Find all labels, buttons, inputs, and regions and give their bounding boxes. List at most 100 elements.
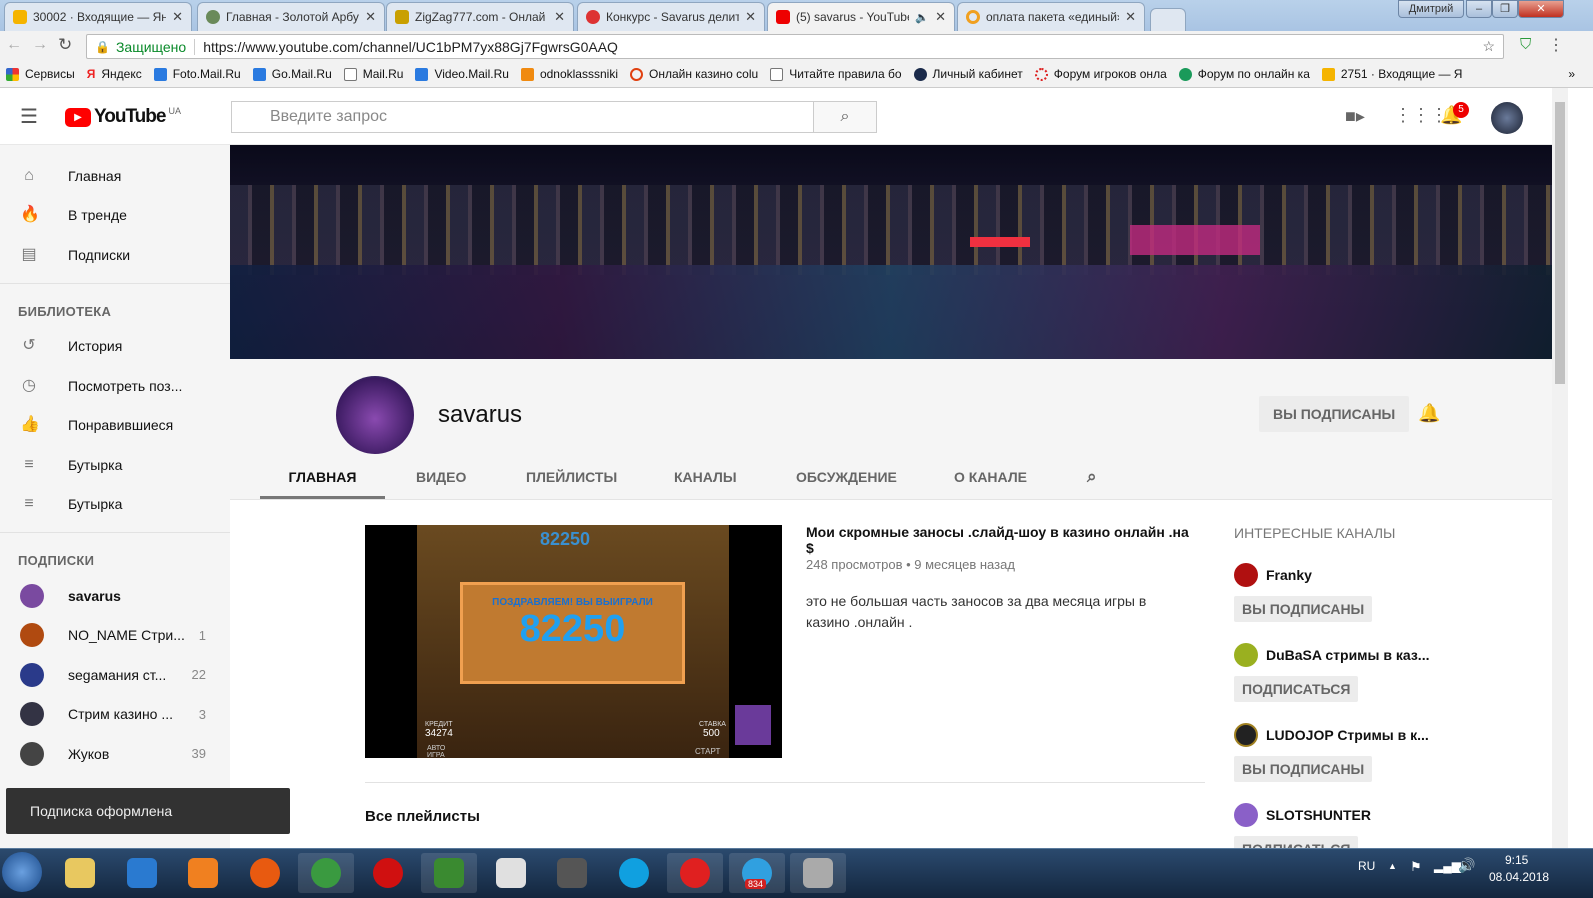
tab-channels[interactable]: КАНАЛЫ: [674, 459, 737, 499]
sidebar-item-home[interactable]: ⌂ Главная: [0, 156, 230, 196]
channel-search-icon[interactable]: ⌕: [1087, 459, 1097, 499]
subscription-item[interactable]: Стрим казино ... 3: [0, 695, 230, 735]
search-input[interactable]: Введите запрос: [231, 101, 814, 133]
more-bookmarks-button[interactable]: »: [1568, 67, 1575, 81]
network-icon[interactable]: ▂▄▆: [1434, 859, 1461, 873]
youtube-logo[interactable]: ▶ YouTube UA: [65, 106, 181, 128]
profile-button[interactable]: Дмитрий: [1398, 0, 1464, 18]
url-text[interactable]: https://www.youtube.com/channel/UC1bPM7y…: [203, 39, 618, 55]
page-scrollbar[interactable]: [1552, 88, 1568, 848]
bookmark-item[interactable]: odnoklasssniki: [520, 67, 618, 81]
sidebar-item-playlist[interactable]: ≡ Бутырка: [0, 485, 230, 525]
scrollbar-thumb[interactable]: [1555, 102, 1565, 384]
sidebar-item-playlist[interactable]: ≡ Бутырка: [0, 445, 230, 485]
maximize-button[interactable]: ❐: [1492, 0, 1518, 18]
taskbar-app-opera[interactable]: [360, 853, 416, 893]
account-avatar[interactable]: [1491, 102, 1523, 134]
bookmark-star-icon[interactable]: ☆: [1482, 38, 1495, 55]
taskbar-app-tools[interactable]: [790, 853, 846, 893]
bookmark-item[interactable]: Сервисы: [6, 67, 75, 81]
subscription-item[interactable]: segaмания ст... 22: [0, 655, 230, 695]
playlists-heading[interactable]: Все плейлисты: [365, 808, 480, 825]
browser-tab[interactable]: оплата пакета «единый» ✕: [957, 2, 1145, 31]
tab-home[interactable]: ГЛАВНАЯ: [260, 459, 385, 499]
video-title[interactable]: Мои скромные заносы .слайд-шоу в казино …: [806, 524, 1196, 556]
bookmark-item[interactable]: Foto.Mail.Ru: [153, 67, 241, 81]
subscription-item[interactable]: Жуков 39: [0, 734, 230, 774]
clock-time[interactable]: 9:15: [1505, 853, 1528, 867]
bookmark-item[interactable]: Video.Mail.Ru: [415, 67, 509, 81]
language-indicator[interactable]: RU: [1358, 859, 1375, 873]
url-bar[interactable]: 🔒 Защищено https://www.youtube.com/chann…: [86, 34, 1504, 59]
volume-icon[interactable]: 🔊: [1458, 857, 1475, 874]
sidebar-item-trending[interactable]: 🔥 В тренде: [0, 196, 230, 236]
reload-icon[interactable]: ↻: [58, 35, 72, 55]
tab-discussion[interactable]: ОБСУЖДЕНИЕ: [796, 459, 897, 499]
upload-video-icon[interactable]: ■▸: [1345, 106, 1365, 127]
browser-tab-active[interactable]: (5) savarus - YouTube 🔈 ✕: [767, 2, 955, 31]
hamburger-menu-icon[interactable]: ☰: [20, 104, 38, 129]
taskbar-app-world-of-tanks[interactable]: [544, 853, 600, 893]
action-center-flag-icon[interactable]: ⚑: [1410, 859, 1422, 875]
bookmark-item[interactable]: Читайте правила бо: [770, 67, 902, 81]
taskbar-app-yandex[interactable]: [483, 853, 539, 893]
menu-icon[interactable]: ⋮: [1548, 35, 1564, 55]
bookmark-item[interactable]: Личный кабинет: [913, 67, 1023, 81]
notification-bell-icon[interactable]: 🔔: [1418, 403, 1440, 424]
taskbar-app-firefox[interactable]: [237, 853, 293, 893]
shield-extension-icon[interactable]: ⛉: [1520, 36, 1531, 53]
close-window-button[interactable]: ✕: [1518, 0, 1564, 18]
subscribed-button[interactable]: ВЫ ПОДПИСАНЫ: [1234, 756, 1373, 782]
subscribe-button[interactable]: ПОДПИСАТЬСЯ: [1234, 836, 1359, 848]
sidebar-item-watch-later[interactable]: ◷ Посмотреть поз...: [0, 366, 230, 406]
bookmark-item[interactable]: 2751 · Входящие — Я: [1321, 67, 1462, 81]
bookmark-item[interactable]: Я Яндекс: [87, 67, 142, 81]
channel-avatar[interactable]: [1234, 723, 1258, 747]
tab-about[interactable]: О КАНАЛЕ: [954, 459, 1027, 499]
bookmark-item[interactable]: Go.Mail.Ru: [252, 67, 332, 81]
close-tab-icon[interactable]: ✕: [172, 9, 183, 25]
sidebar-item-subscriptions[interactable]: ▤ Подписки: [0, 235, 230, 275]
subscribe-button[interactable]: ПОДПИСАТЬСЯ: [1234, 676, 1359, 702]
bookmark-item[interactable]: Онлайн казино colu: [629, 67, 758, 81]
bookmark-item[interactable]: Mail.Ru: [343, 67, 403, 81]
speaker-icon[interactable]: 🔈: [915, 11, 929, 24]
close-tab-icon[interactable]: ✕: [745, 9, 756, 25]
taskbar-app-explorer[interactable]: [52, 853, 108, 893]
close-tab-icon[interactable]: ✕: [1125, 9, 1136, 25]
taskbar-app-skype[interactable]: [606, 853, 662, 893]
close-tab-icon[interactable]: ✕: [365, 9, 376, 25]
channel-avatar[interactable]: [1234, 803, 1258, 827]
channel-avatar[interactable]: [1234, 643, 1258, 667]
clock-date[interactable]: 08.04.2018: [1489, 870, 1549, 884]
sidebar-item-liked[interactable]: 👍 Понравившиеся: [0, 406, 230, 446]
back-icon[interactable]: ←: [6, 36, 22, 54]
taskbar-app-chrome[interactable]: [298, 853, 354, 893]
taskbar-app-yandex-browser[interactable]: [667, 853, 723, 893]
subscription-item[interactable]: NO_NAME Стри... 1: [0, 616, 230, 656]
video-thumbnail[interactable]: 82250 ПОЗДРАВЛЯЕМ! ВЫ ВЫИГРАЛИ 82250 КРЕ…: [365, 525, 782, 758]
sidebar-item-history[interactable]: ↺ История: [0, 327, 230, 367]
bookmark-item[interactable]: Форум по онлайн ка: [1178, 67, 1310, 81]
tab-videos[interactable]: ВИДЕО: [416, 459, 466, 499]
browser-tab[interactable]: 30002 · Входящие — Ян ✕: [4, 2, 192, 31]
close-tab-icon[interactable]: ✕: [935, 9, 946, 25]
bookmark-item[interactable]: Форум игроков онла: [1034, 67, 1167, 81]
subscription-item[interactable]: savarus: [0, 576, 230, 616]
tray-expand-icon[interactable]: ▲: [1388, 861, 1397, 871]
channel-avatar[interactable]: [1234, 563, 1258, 587]
taskbar-app-internet-explorer[interactable]: [114, 853, 170, 893]
forward-icon[interactable]: →: [32, 36, 48, 54]
subscribed-button[interactable]: ВЫ ПОДПИСАНЫ: [1259, 396, 1410, 432]
browser-tab[interactable]: ZigZag777.com - Онлай ✕: [386, 2, 574, 31]
browser-tab[interactable]: Конкурс - Savarus делит ✕: [577, 2, 765, 31]
close-tab-icon[interactable]: ✕: [554, 9, 565, 25]
tab-playlists[interactable]: ПЛЕЙЛИСТЫ: [526, 459, 617, 499]
taskbar-app-camtasia[interactable]: [421, 853, 477, 893]
subscribed-button[interactable]: ВЫ ПОДПИСАНЫ: [1234, 596, 1373, 622]
taskbar-app-media-player[interactable]: [175, 853, 231, 893]
minimize-button[interactable]: –: [1466, 0, 1492, 18]
new-tab-button[interactable]: [1150, 8, 1186, 31]
start-button[interactable]: [2, 852, 42, 892]
search-button[interactable]: ⌕: [813, 101, 877, 133]
